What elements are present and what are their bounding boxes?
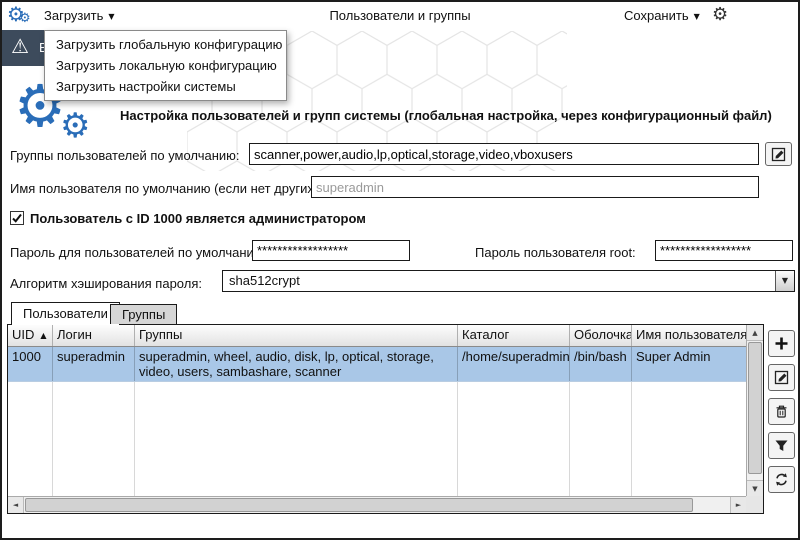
- hash-algorithm-value: sha512crypt: [229, 271, 300, 291]
- save-menu-button[interactable]: Сохранить ▼: [624, 2, 700, 30]
- cell-uid: 1000: [8, 347, 53, 381]
- horizontal-scrollbar-thumb[interactable]: [25, 498, 693, 512]
- delete-user-button[interactable]: [768, 398, 795, 425]
- column-header-login[interactable]: Логин: [53, 325, 135, 346]
- column-header-name[interactable]: Имя пользователя: [632, 325, 746, 346]
- cell-login: superadmin: [53, 347, 135, 381]
- default-groups-label: Группы пользователей по умолчанию:: [10, 148, 240, 163]
- vertical-scrollbar[interactable]: ▲ ▼: [746, 325, 763, 496]
- menu-item-load-system-settings[interactable]: Загрузить настройки системы: [45, 76, 286, 97]
- column-header-uid[interactable]: UID ▲: [8, 325, 53, 346]
- cell-shell: /bin/bash: [570, 347, 632, 381]
- default-username-input[interactable]: [311, 176, 759, 198]
- scroll-right-icon[interactable]: ►: [730, 497, 746, 513]
- load-dropdown-menu: Загрузить глобальную конфигурацию Загруз…: [44, 30, 287, 101]
- column-separator: [631, 382, 632, 496]
- root-password-input[interactable]: [655, 240, 793, 261]
- window-close-button[interactable]: ×: [782, 2, 798, 30]
- hash-algorithm-label: Алгоритм хэширования пароля:: [10, 276, 202, 291]
- page-title: Пользователи и группы: [329, 2, 470, 30]
- admin-id1000-checkbox[interactable]: [10, 211, 24, 225]
- default-password-input[interactable]: [252, 240, 410, 261]
- chevron-down-icon: ▼: [108, 12, 114, 21]
- load-menu-label: Загрузить: [44, 8, 103, 23]
- tab-users[interactable]: Пользователи: [11, 302, 120, 325]
- edit-groups-button[interactable]: [765, 142, 792, 166]
- trash-icon: [774, 404, 789, 419]
- admin-id1000-label: Пользователь с ID 1000 является админист…: [30, 211, 366, 226]
- table-row-selected[interactable]: 1000 superadmin superadmin, wheel, audio…: [8, 347, 746, 382]
- titlebar: ⚙ ⚙ Загрузить ▼ Пользователи и группы Сох…: [2, 2, 798, 30]
- default-username-label: Имя пользователя по умолчанию (если нет …: [10, 181, 322, 196]
- window-maximize-button[interactable]: [765, 2, 781, 30]
- menu-item-load-local-config[interactable]: Загрузить локальную конфигурацию: [45, 55, 286, 76]
- scroll-left-icon[interactable]: ◄: [8, 497, 24, 513]
- edit-pencil-icon: [774, 370, 789, 385]
- sort-ascending-icon: ▲: [40, 331, 46, 340]
- hash-algorithm-select[interactable]: sha512crypt ▼: [222, 270, 795, 292]
- column-header-groups[interactable]: Группы: [135, 325, 458, 346]
- cell-home: /home/superadmin: [458, 347, 570, 381]
- column-header-uid-label: UID: [12, 327, 34, 342]
- users-table: UID ▲ Логин Группы Каталог Оболочка Имя п…: [7, 324, 764, 514]
- app-logo-gear-small-icon: ⚙: [19, 12, 31, 26]
- refresh-button[interactable]: [768, 466, 795, 493]
- tab-groups[interactable]: Группы: [110, 304, 177, 324]
- refresh-icon: [774, 472, 789, 487]
- column-separator: [569, 382, 570, 496]
- content-gear-small-icon: ⚙: [60, 108, 90, 144]
- column-separator: [52, 382, 53, 496]
- edit-pencil-icon: [771, 147, 786, 162]
- menu-item-load-global-config[interactable]: Загрузить глобальную конфигурацию: [45, 34, 286, 55]
- scroll-down-icon[interactable]: ▼: [747, 480, 763, 496]
- column-header-home[interactable]: Каталог: [458, 325, 570, 346]
- default-groups-input[interactable]: [249, 143, 759, 165]
- chevron-down-icon: ▼: [694, 12, 700, 21]
- scrollbar-corner: [746, 496, 763, 513]
- vertical-scrollbar-thumb[interactable]: [748, 342, 762, 474]
- app-window: ⚙ ⚙ Загрузить ▼ Пользователи и группы Сох…: [0, 0, 800, 540]
- load-menu-button[interactable]: Загрузить ▼: [44, 2, 115, 30]
- section-title: Настройка пользователей и групп системы …: [120, 108, 796, 123]
- window-minimize-button[interactable]: [748, 2, 764, 30]
- filter-funnel-icon: [774, 438, 789, 453]
- checkmark-icon: [11, 212, 23, 224]
- cell-name: Super Admin: [632, 347, 746, 381]
- add-user-button[interactable]: [768, 330, 795, 357]
- warning-icon: ⚠: [11, 34, 29, 58]
- column-separator: [134, 382, 135, 496]
- edit-user-button[interactable]: [768, 364, 795, 391]
- column-separator: [457, 382, 458, 496]
- scroll-up-icon[interactable]: ▲: [747, 325, 763, 341]
- save-menu-label: Сохранить: [624, 8, 689, 23]
- default-password-label: Пароль для пользователей по умолчанию:: [10, 245, 267, 260]
- horizontal-scrollbar[interactable]: ◄ ►: [8, 496, 746, 513]
- root-password-label: Пароль пользователя root:: [475, 245, 636, 260]
- settings-gear-icon[interactable]: ⚙: [712, 4, 728, 26]
- combo-dropdown-icon[interactable]: ▼: [775, 271, 794, 291]
- plus-icon: [774, 336, 789, 351]
- table-header: UID ▲ Логин Группы Каталог Оболочка Имя п…: [8, 325, 746, 347]
- column-header-shell[interactable]: Оболочка: [570, 325, 632, 346]
- filter-button[interactable]: [768, 432, 795, 459]
- cell-groups: superadmin, wheel, audio, disk, lp, opti…: [135, 347, 458, 381]
